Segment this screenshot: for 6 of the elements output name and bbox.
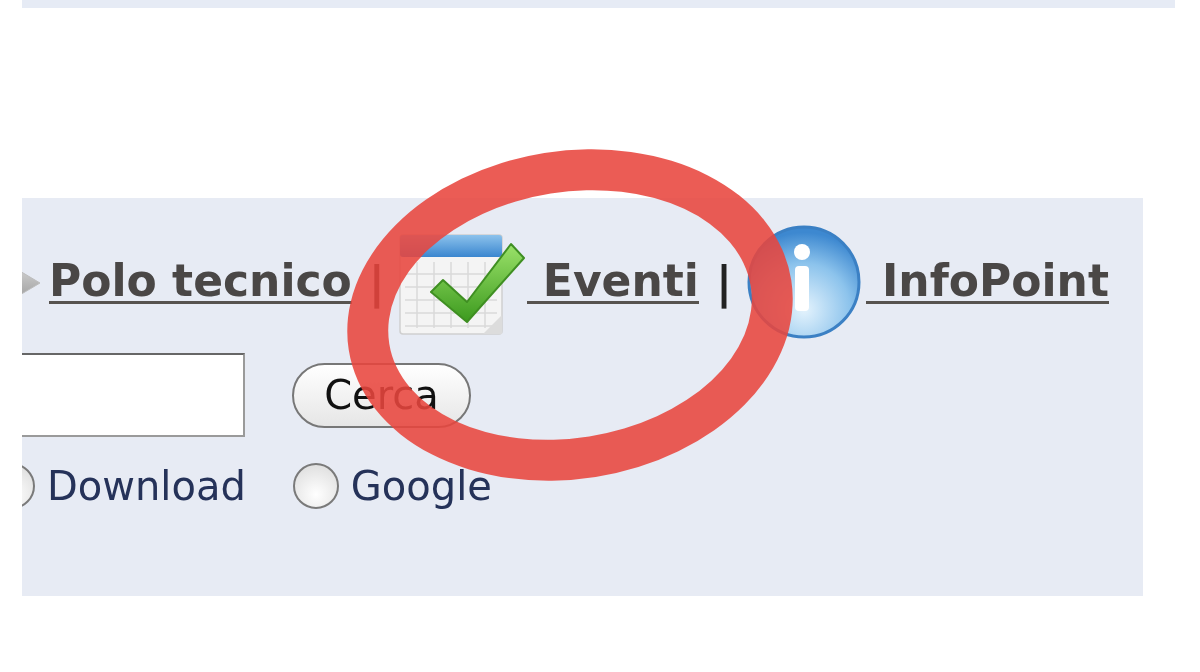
nav-link[interactable]: Polo tecnico xyxy=(49,260,352,305)
search-field[interactable] xyxy=(22,353,245,437)
radio-button[interactable] xyxy=(292,463,339,509)
nav-link[interactable]: Eventi xyxy=(526,260,699,305)
radio-label: Download xyxy=(47,466,246,506)
nav-link[interactable]: InfoPoint xyxy=(865,260,1109,305)
